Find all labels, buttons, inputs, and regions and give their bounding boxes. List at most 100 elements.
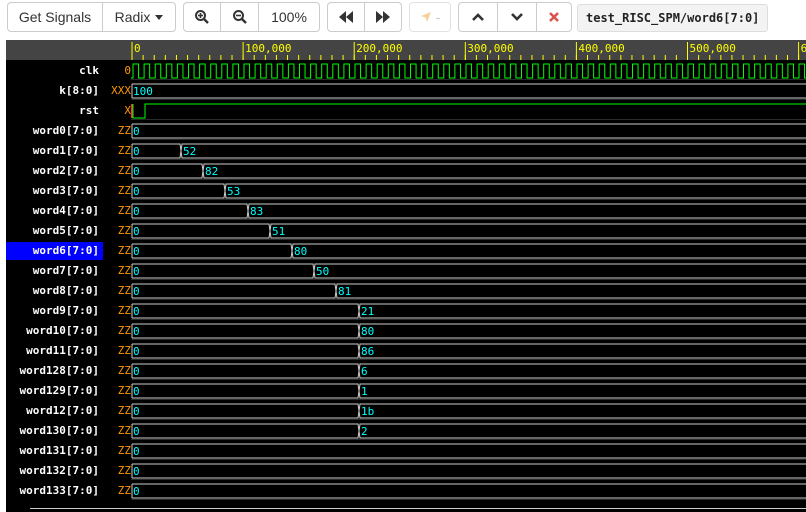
signal-row[interactable]: word131[7:0] ZZ [6,440,131,460]
signal-name[interactable]: clk [6,62,103,80]
signal-row[interactable]: word130[7:0] ZZ [6,420,131,440]
signal-name[interactable]: word10[7:0] [6,322,103,340]
get-signals-button[interactable]: Get Signals [7,2,103,32]
bus-value-label: 2 [361,425,368,438]
bus-waveform [131,343,806,359]
signal-row[interactable]: word6[7:0] ZZ [6,240,131,260]
signal-row[interactable]: word128[7:0] ZZ [6,360,131,380]
signal-cursor-value: ZZ [117,324,131,337]
signal-name[interactable]: word5[7:0] [6,222,103,240]
toolbar: Get Signals Radix 100% - test_RISC_SPM/w… [0,0,806,40]
signal-name[interactable]: word1[7:0] [6,142,103,160]
scroll-right-button[interactable] [364,2,402,32]
bus-waveform [131,483,806,499]
signal-row[interactable]: word3[7:0] ZZ [6,180,131,200]
clock-waveform [131,63,806,79]
bus-value-label: 0 [133,285,140,298]
signal-cursor-value: ZZ [117,404,131,417]
bus-value-label: 86 [361,345,374,358]
signal-name[interactable]: word0[7:0] [6,122,103,140]
bus-value-label: 0 [133,485,140,498]
signal-name[interactable]: word8[7:0] [6,282,103,300]
marker-button[interactable]: - [409,2,451,32]
signal-name[interactable]: word133[7:0] [6,482,103,500]
signal-name[interactable]: word128[7:0] [6,362,103,380]
signal-row[interactable]: word0[7:0] ZZ [6,120,131,140]
waveform-canvas[interactable]: 0 100,000 200,000 300,000 400,000 500,000 6100… [131,40,806,512]
bus-waveform [131,243,806,259]
bus-value-label: 0 [133,125,140,138]
ruler-label: 400,000 [578,42,624,55]
previous-button[interactable] [458,2,498,32]
bus-waveform [131,463,806,479]
signal-name[interactable]: k[8:0] [6,82,103,100]
signal-name[interactable]: word4[7:0] [6,202,103,220]
signal-row[interactable]: word133[7:0] ZZ [6,480,131,500]
signal-name[interactable]: word129[7:0] [6,382,103,400]
zoom-out-button[interactable] [220,2,259,32]
bus-waveform [131,403,806,419]
signal-cursor-value: ZZ [117,284,131,297]
reset-waveform [132,103,806,119]
signal-row[interactable]: word132[7:0] ZZ [6,460,131,480]
zoom-level-button[interactable]: 100% [258,2,320,32]
chevron-down-icon [511,13,523,21]
bus-value-label: 1 [361,385,368,398]
signal-name[interactable]: word6[7:0] [6,242,103,260]
chevron-up-icon [472,13,484,21]
signal-name[interactable]: word131[7:0] [6,442,103,460]
bus-waveform [131,383,806,399]
scroll-left-button[interactable] [327,2,365,32]
fast-forward-icon [376,11,390,23]
signal-row[interactable]: word8[7:0] ZZ [6,280,131,300]
bus-value-label: 50 [316,265,329,278]
close-icon [549,12,559,22]
waveform-panel[interactable]: clk 0 k[8:0] XXX rst Xword0[7:0] ZZ word1[7:0] Z… [6,40,806,512]
zoom-out-icon [232,10,247,24]
signal-row[interactable]: word11[7:0] ZZ [6,340,131,360]
bus-value-label: 0 [133,185,140,198]
next-button[interactable] [497,2,537,32]
signal-name[interactable]: rst [6,102,103,120]
ruler-label: 6 [801,42,806,55]
signal-row[interactable]: word129[7:0] ZZ [6,380,131,400]
bus-value-label: 0 [133,325,140,338]
bus-value-label: 1b [361,405,374,418]
bus-value-label: 0 [133,425,140,438]
signal-name[interactable]: word130[7:0] [6,422,103,440]
signal-name[interactable]: word12[7:0] [6,402,103,420]
signal-name[interactable]: word3[7:0] [6,182,103,200]
signal-row[interactable]: clk 0 [6,60,131,80]
signal-cursor-value: ZZ [117,244,131,257]
signal-name[interactable]: word7[7:0] [6,262,103,280]
signal-name[interactable]: word9[7:0] [6,302,103,320]
signal-row[interactable]: word2[7:0] ZZ [6,160,131,180]
signal-row[interactable]: word5[7:0] ZZ [6,220,131,240]
signal-name[interactable]: word11[7:0] [6,342,103,360]
signal-name[interactable]: word132[7:0] [6,462,103,480]
signal-cursor-value: ZZ [117,204,131,217]
signal-row[interactable]: k[8:0] XXX [6,80,131,100]
signal-row[interactable]: word9[7:0] ZZ [6,300,131,320]
signal-row[interactable]: word4[7:0] ZZ [6,200,131,220]
signal-row[interactable]: word10[7:0] ZZ [6,320,131,340]
signal-cursor-value: ZZ [117,164,131,177]
signal-row[interactable]: word1[7:0] ZZ [6,140,131,160]
remove-signal-button[interactable] [536,2,572,32]
bus-waveform [131,203,806,219]
signal-cursor-value: ZZ [117,484,131,497]
zoom-in-button[interactable] [183,2,221,32]
bus-value-label: 81 [338,285,351,298]
signal-row[interactable]: rst X [6,100,131,120]
bus-waveform [131,263,806,279]
signal-cursor-value: ZZ [117,344,131,357]
bus-value-label: 80 [294,245,307,258]
signal-row[interactable]: word12[7:0] ZZ [6,400,131,420]
signal-cursor-value: ZZ [117,124,131,137]
timeline[interactable]: 0 100,000 200,000 300,000 400,000 500,000 6 100… [131,40,806,512]
signal-name[interactable]: word2[7:0] [6,162,103,180]
radix-dropdown[interactable]: Radix [102,2,176,32]
horizontal-scrollbar[interactable] [30,508,806,509]
signal-row[interactable]: word7[7:0] ZZ [6,260,131,280]
marker-label: - [435,9,441,25]
